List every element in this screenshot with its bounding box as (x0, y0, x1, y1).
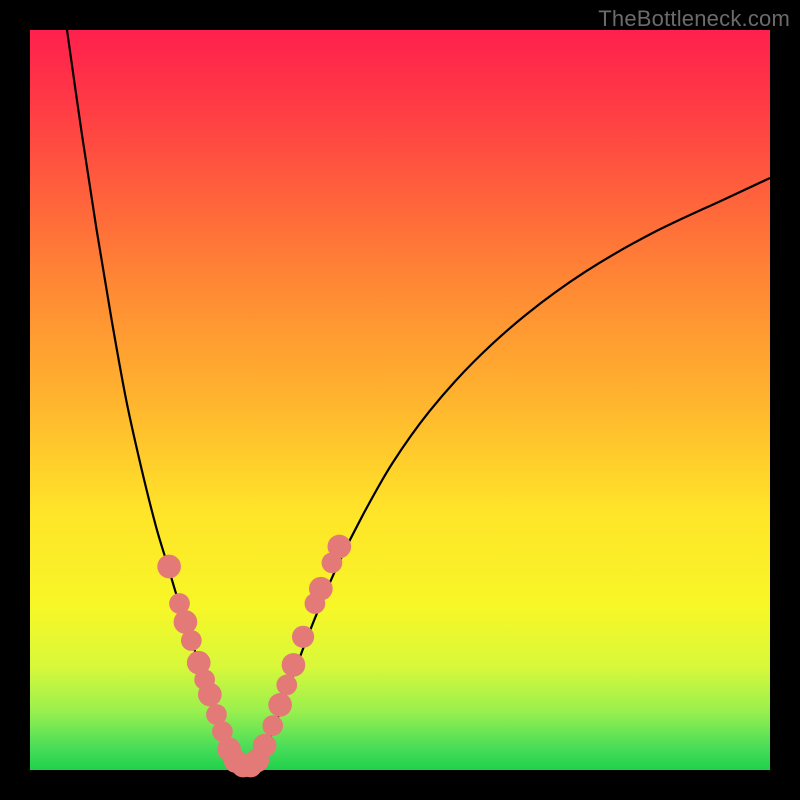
data-marker (292, 626, 314, 648)
data-marker (181, 630, 202, 651)
data-marker (309, 577, 333, 601)
chart-plot-area (30, 30, 770, 770)
outer-frame: TheBottleneck.com (0, 0, 800, 800)
data-marker (276, 675, 297, 696)
data-marker (198, 683, 222, 707)
data-marker (262, 715, 283, 736)
curve-group (67, 30, 770, 777)
watermark-text: TheBottleneck.com (598, 6, 790, 32)
data-marker (327, 535, 351, 559)
data-marker (268, 693, 292, 717)
data-marker (253, 734, 277, 758)
bottleneck-curve (67, 30, 770, 766)
chart-overlay (30, 30, 770, 770)
data-marker (157, 555, 181, 579)
data-marker (282, 653, 306, 677)
data-marker (174, 610, 198, 634)
